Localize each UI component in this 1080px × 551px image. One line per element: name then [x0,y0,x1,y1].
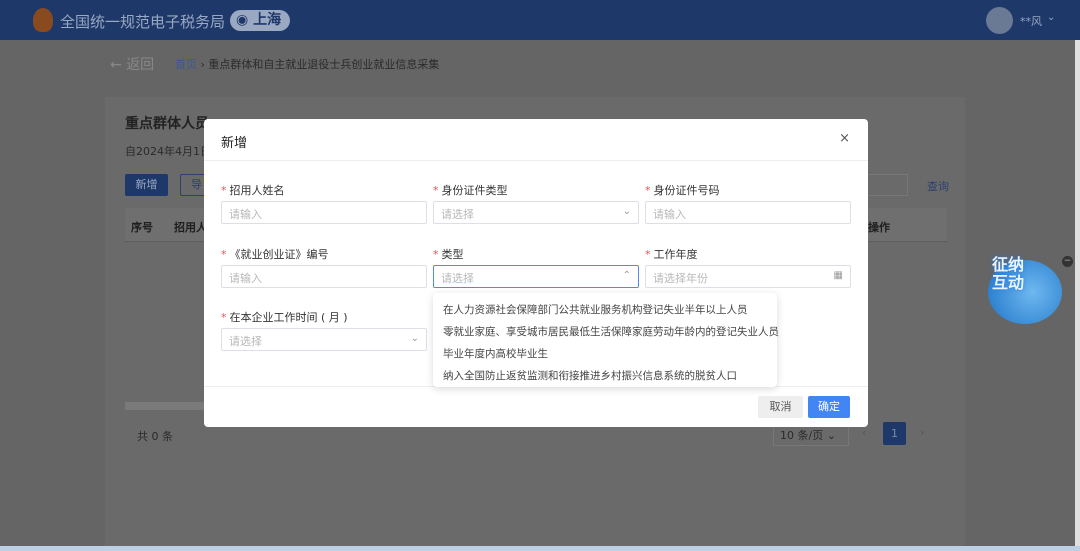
breadcrumb-home[interactable]: 首页 [175,58,197,71]
field-label: * 身份证件号码 [645,182,720,198]
arrow-left-icon: ← [110,57,127,73]
page-size-label: 10 条/页 [780,429,824,442]
text-input[interactable]: 请输入 [645,201,851,224]
placeholder: 请选择年份 [653,272,708,285]
card-title: 重点群体人员 [125,116,209,132]
minimize-icon[interactable]: − [1062,256,1073,267]
required-mark: * [221,184,227,197]
user-name[interactable]: **风 [1020,13,1042,29]
year-picker[interactable]: 请选择年份 ▦ [645,265,851,288]
site-title: 全国统一规范电子税务局 [60,13,226,31]
required-mark: * [433,248,439,261]
placeholder: 请选择 [229,335,262,348]
field-label-text: 《就业创业证》编号 [229,248,329,261]
required-mark: * [645,184,651,197]
text-input[interactable]: 请输入 [221,201,427,224]
placeholder: 请选择 [441,272,474,285]
confirm-button[interactable]: 确定 [808,396,850,418]
breadcrumb: 首页 › 重点群体和自主就业退役士兵创业就业信息采集 [175,56,439,72]
back-button[interactable]: ← 返回 [110,54,154,74]
avatar[interactable] [986,7,1013,34]
vertical-scrollbar[interactable] [1075,40,1080,546]
field-label-text: 在本企业工作时间 ( 月 ) [229,311,348,324]
field-label: * 招用人姓名 [221,182,285,198]
dropdown-option[interactable]: 毕业年度内高校毕业生 [433,343,777,365]
field-label-text: 类型 [441,248,464,261]
divider [204,160,868,161]
dropdown-option[interactable]: 零就业家庭、享受城市居民最低生活保障家庭劳动年龄内的登记失业人员 [433,321,779,343]
card-subtitle: 自2024年4月1日 [125,145,211,158]
required-mark: * [221,311,227,324]
breadcrumb-current: 重点群体和自主就业退役士兵创业就业信息采集 [208,58,440,71]
breadcrumb-separator: › [200,58,205,71]
horizontal-scrollbar[interactable] [125,402,205,410]
mascot-label[interactable]: 征纳互动 [992,256,1032,292]
city-label: 上海 [253,12,282,28]
back-label: 返回 [126,57,155,73]
dropdown-option[interactable]: 在人力资源社会保障部门公共就业服务机构登记失业半年以上人员 [433,299,777,321]
placeholder: 请输入 [229,208,262,221]
field-label: * 工作年度 [645,246,698,262]
total-count: 共 0 条 [137,430,173,443]
select-input[interactable]: 请选择 ⌃ [433,265,639,288]
location-pin-icon: ◉ [236,12,254,28]
close-icon[interactable]: × [839,131,850,146]
dialog-title: 新增 [221,136,248,151]
calendar-icon: ▦ [833,270,843,281]
chevron-down-icon: ⌄ [410,333,419,344]
field-label-text: 工作年度 [653,248,698,261]
field-label: * 类型 [433,246,464,262]
chevron-down-icon[interactable]: ⌄ [1047,12,1055,23]
cancel-button[interactable]: 取消 [758,396,803,418]
emblem-logo-icon [33,8,53,32]
column-header: 操作 [868,221,890,234]
chevron-down-icon: ⌄ [622,206,631,217]
query-button[interactable]: 查询 [927,178,949,194]
column-header: 序号 [131,221,153,234]
text-input[interactable]: 请输入 [221,265,427,288]
chevron-down-icon: ⌄ [826,429,836,442]
dropdown-option[interactable]: 纳入全国防止返贫监测和衔接推进乡村振兴信息系统的脱贫人口 [433,365,777,387]
required-mark: * [433,184,439,197]
column-header: 招用人 [174,221,207,234]
field-label-text: 身份证件类型 [441,184,508,197]
page-number[interactable]: 1 [883,422,906,445]
next-page-button[interactable]: › [920,426,924,439]
field-label-text: 招用人姓名 [229,184,285,197]
field-label: * 身份证件类型 [433,182,508,198]
city-selector[interactable]: ◉ 上海 [230,10,290,31]
add-button[interactable]: 新增 [125,174,168,196]
prev-page-button[interactable]: ‹ [862,426,866,439]
select-input[interactable]: 请选择 ⌄ [433,201,639,224]
placeholder: 请输入 [653,208,686,221]
placeholder: 请输入 [229,272,262,285]
required-mark: * [221,248,227,261]
field-label: * 在本企业工作时间 ( 月 ) [221,309,348,325]
type-dropdown-menu: 在人力资源社会保障部门公共就业服务机构登记失业半年以上人员 零就业家庭、享受城市… [433,293,779,387]
field-label: * 《就业创业证》编号 [221,246,329,262]
chevron-up-icon: ⌃ [622,270,631,281]
select-input[interactable]: 请选择 ⌄ [221,328,427,351]
placeholder: 请选择 [441,208,474,221]
required-mark: * [645,248,651,261]
field-label-text: 身份证件号码 [653,184,720,197]
taskbar [0,546,1080,551]
